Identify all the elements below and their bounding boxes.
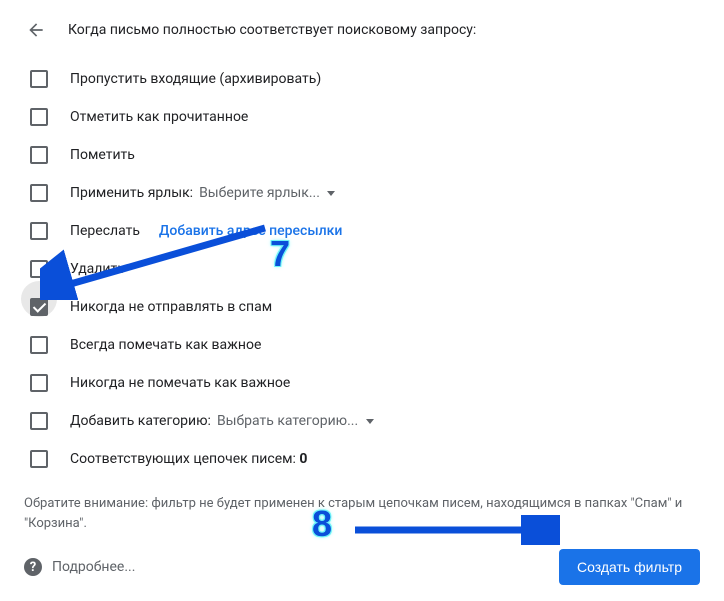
option-delete[interactable]: Удалить xyxy=(24,250,700,288)
option-apply-label[interactable]: Применить ярлык: Выберите ярлык... xyxy=(24,174,700,212)
option-label: Переслать xyxy=(70,223,140,239)
matching-prefix: Соответствующих цепочек писем: xyxy=(70,451,299,467)
option-label: Всегда помечать как важное xyxy=(70,337,261,353)
option-label: Никогда не отправлять в спам xyxy=(70,299,272,315)
label-dropdown[interactable]: Выберите ярлык... xyxy=(199,185,335,201)
option-star[interactable]: Пометить xyxy=(24,136,700,174)
dropdown-text: Выбрать категорию... xyxy=(217,413,358,429)
dropdown-text: Выберите ярлык... xyxy=(199,185,320,201)
learn-more-link[interactable]: Подробнее... xyxy=(52,559,135,575)
option-forward[interactable]: Переслать Добавить адрес пересылки xyxy=(24,212,700,250)
checkbox-delete[interactable] xyxy=(30,260,48,278)
category-dropdown[interactable]: Выбрать категорию... xyxy=(217,413,374,429)
help-icon[interactable]: ? xyxy=(24,558,42,576)
checkbox-never-spam[interactable] xyxy=(30,298,48,316)
option-skip-inbox[interactable]: Пропустить входящие (архивировать) xyxy=(24,60,700,98)
checkbox-always-important[interactable] xyxy=(30,336,48,354)
option-matching-threads[interactable]: Соответствующих цепочек писем: 0 xyxy=(24,440,700,478)
checkbox-mark-read[interactable] xyxy=(30,108,48,126)
checkbox-skip-inbox[interactable] xyxy=(30,70,48,88)
option-mark-read[interactable]: Отметить как прочитанное xyxy=(24,98,700,136)
back-button[interactable] xyxy=(24,18,48,42)
checkbox-matching[interactable] xyxy=(30,450,48,468)
add-forwarding-link[interactable]: Добавить адрес пересылки xyxy=(159,223,342,239)
option-label: Соответствующих цепочек писем: 0 xyxy=(70,451,307,467)
option-label: Добавить категорию: xyxy=(70,413,211,429)
option-never-spam[interactable]: Никогда не отправлять в спам xyxy=(24,288,700,326)
dialog-footer: ? Подробнее... Создать фильтр xyxy=(24,549,700,585)
option-label: Пропустить входящие (архивировать) xyxy=(70,71,321,87)
option-always-important[interactable]: Всегда помечать как важное xyxy=(24,326,700,364)
dialog-title: Когда письмо полностью соответствует пои… xyxy=(68,22,476,38)
create-filter-button[interactable]: Создать фильтр xyxy=(559,549,700,585)
option-label: Пометить xyxy=(70,147,135,163)
checkbox-apply-label[interactable] xyxy=(30,184,48,202)
matching-count: 0 xyxy=(299,451,307,467)
dialog-header: Когда письмо полностью соответствует пои… xyxy=(24,18,700,42)
option-label: Применить ярлык: xyxy=(70,185,193,201)
option-label: Удалить xyxy=(70,261,125,277)
checkbox-categorize[interactable] xyxy=(30,412,48,430)
option-never-important[interactable]: Никогда не помечать как важное xyxy=(24,364,700,402)
option-label: Никогда не помечать как важное xyxy=(70,375,290,391)
chevron-down-icon xyxy=(366,419,374,424)
chevron-down-icon xyxy=(327,191,335,196)
arrow-left-icon xyxy=(26,20,46,40)
checkbox-never-important[interactable] xyxy=(30,374,48,392)
checkbox-star[interactable] xyxy=(30,146,48,164)
filter-note: Обратите внимание: фильтр не будет приме… xyxy=(24,494,700,533)
option-categorize[interactable]: Добавить категорию: Выбрать категорию... xyxy=(24,402,700,440)
filter-options-list: Пропустить входящие (архивировать) Отмет… xyxy=(24,60,700,478)
option-label: Отметить как прочитанное xyxy=(70,109,248,125)
checkbox-forward[interactable] xyxy=(30,222,48,240)
